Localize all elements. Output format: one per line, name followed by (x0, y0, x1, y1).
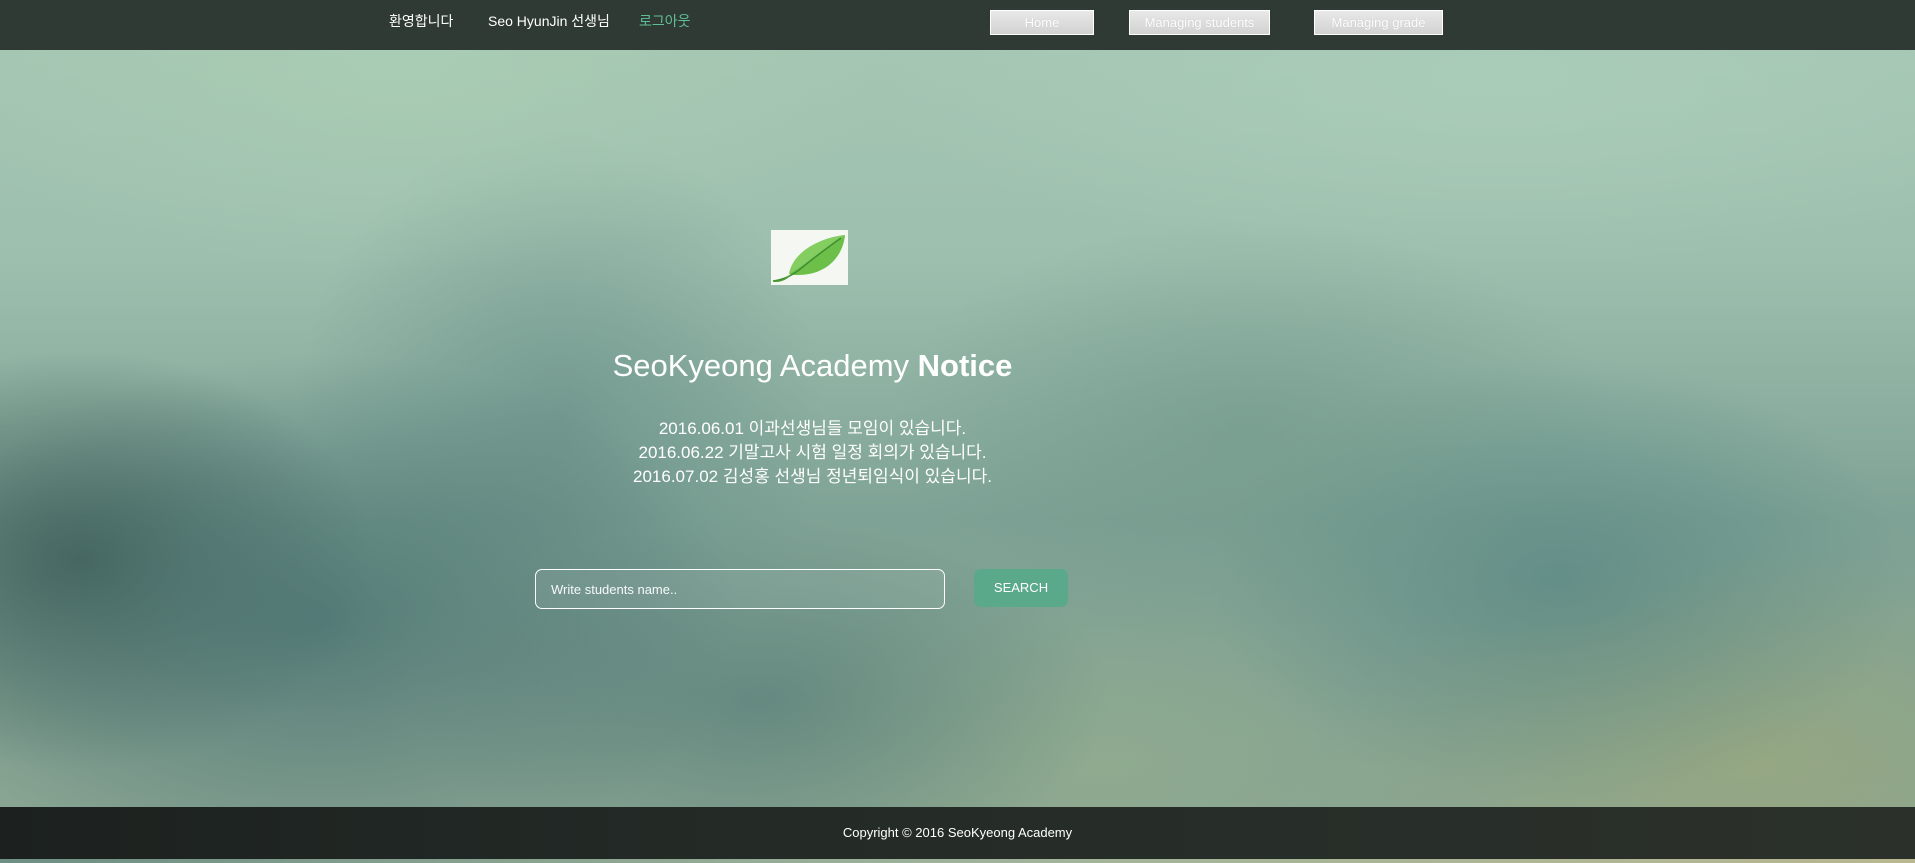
welcome-text: 환영합니다 (389, 13, 454, 29)
home-button[interactable]: Home (990, 10, 1094, 35)
page: 환영합니다 Seo HyunJin 선생님 로그아웃 Home Managing… (0, 0, 1915, 863)
logout-link[interactable]: 로그아웃 (639, 11, 691, 31)
notice-item: 2016.06.01 이과선생님들 모임이 있습니다. (658, 419, 967, 438)
notice-list: 2016.06.01 이과선생님들 모임이 있습니다. 2016.06.22 기… (560, 417, 1065, 489)
user-name: Seo HyunJin 선생님 (488, 13, 610, 29)
notice-item: 2016.07.02 김성홍 선생님 정년퇴임식이 있습니다. (633, 467, 992, 486)
managing-grade-button[interactable]: Managing grade (1314, 10, 1443, 35)
top-navigation-bar: 환영합니다 Seo HyunJin 선생님 로그아웃 Home Managing… (0, 0, 1915, 50)
search-button[interactable]: SEARCH (974, 569, 1068, 607)
managing-students-button[interactable]: Managing students (1129, 10, 1270, 35)
leaf-icon (772, 235, 845, 282)
title-regular: SeoKyeong Academy (612, 348, 918, 383)
notice-item: 2016.06.22 기말고사 시험 일정 회의가 있습니다. (638, 443, 987, 462)
academy-logo (771, 230, 848, 285)
bottom-strip (0, 859, 1915, 863)
title-bold: Notice (917, 348, 1013, 383)
page-title: SeoKyeong Academy Notice (560, 348, 1065, 384)
copyright-text: Copyright © 2016 SeoKyeong Academy (842, 825, 1073, 840)
footer: Copyright © 2016 SeoKyeong Academy (0, 807, 1915, 859)
student-search-input[interactable] (535, 569, 945, 609)
